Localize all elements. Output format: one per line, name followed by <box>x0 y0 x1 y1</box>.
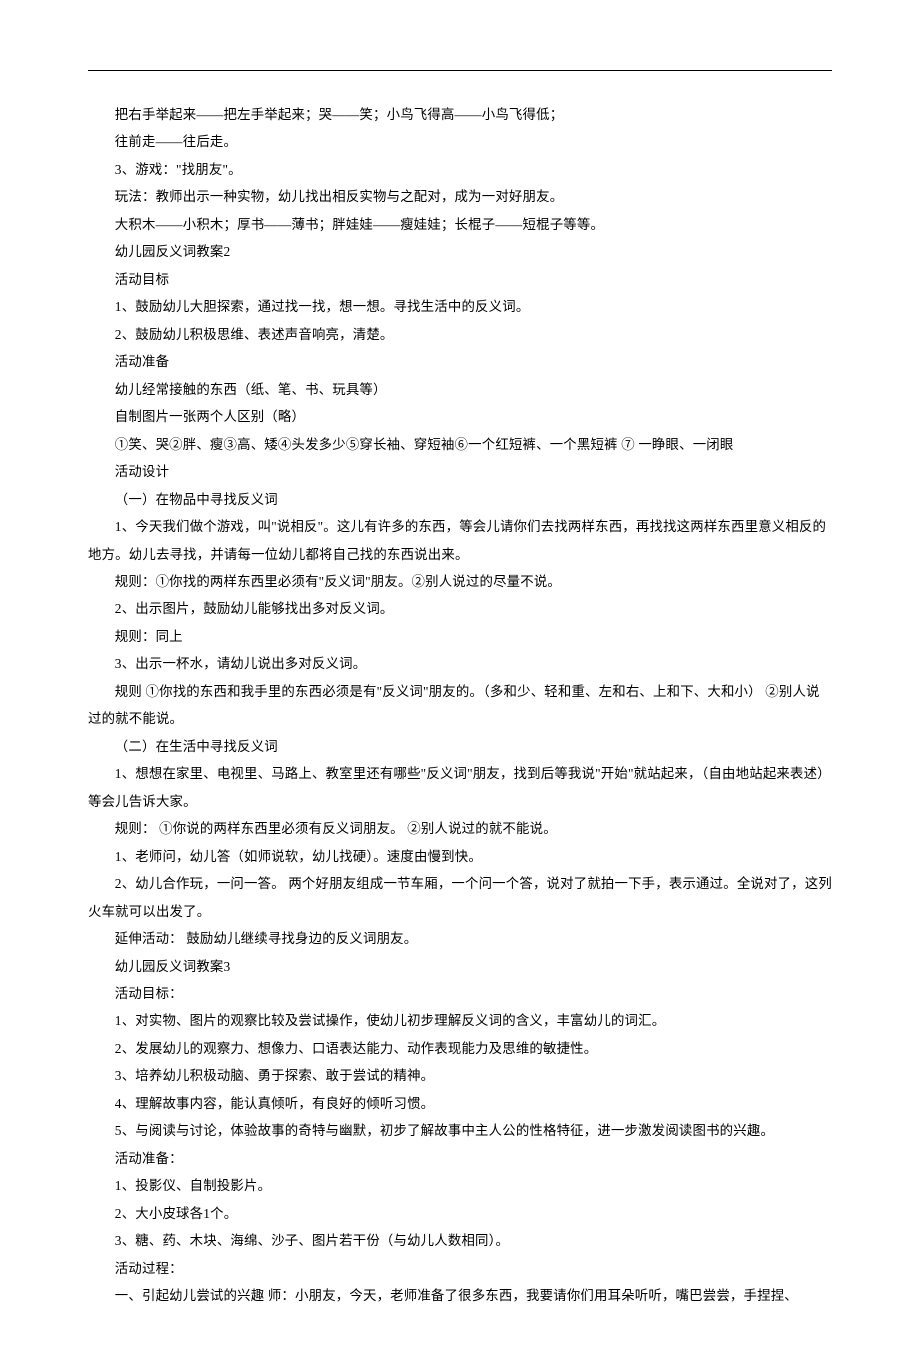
paragraph: 1、对实物、图片的观察比较及尝试操作，使幼儿初步理解反义词的含义，丰富幼儿的词汇… <box>88 1007 832 1034</box>
paragraph: 玩法：教师出示一种实物，幼儿找出相反实物与之配对，成为一对好朋友。 <box>88 183 832 210</box>
paragraph: 幼儿园反义词教案2 <box>88 238 832 265</box>
paragraph: 1、想想在家里、电视里、马路上、教室里还有哪些"反义词"朋友，找到后等我说"开始… <box>88 760 832 815</box>
paragraph: 活动过程： <box>88 1255 832 1282</box>
paragraph: （一）在物品中寻找反义词 <box>88 486 832 513</box>
paragraph: 规则 ①你找的东西和我手里的东西必须是有"反义词"朋友的。（多和少、轻和重、左和… <box>88 678 832 733</box>
paragraph: 往前走——往后走。 <box>88 128 832 155</box>
paragraph: 活动目标 <box>88 266 832 293</box>
paragraph: 活动准备 <box>88 348 832 375</box>
paragraph: 2、鼓励幼儿积极思维、表述声音响亮，清楚。 <box>88 321 832 348</box>
paragraph: 活动设计 <box>88 458 832 485</box>
paragraph: 一、引起幼儿尝试的兴趣 师：小朋友，今天，老师准备了很多东西，我要请你们用耳朵听… <box>88 1282 832 1309</box>
paragraph: 3、出示一杯水，请幼儿说出多对反义词。 <box>88 650 832 677</box>
paragraph: 规则：①你找的两样东西里必须有"反义词"朋友。②别人说过的尽量不说。 <box>88 568 832 595</box>
document-page: 把右手举起来——把左手举起来；哭——笑；小鸟飞得高——小鸟飞得低； 往前走——往… <box>0 0 920 1350</box>
paragraph: 延伸活动： 鼓励幼儿继续寻找身边的反义词朋友。 <box>88 925 832 952</box>
paragraph: 规则：同上 <box>88 623 832 650</box>
paragraph: 1、老师问，幼儿答（如师说软，幼儿找硬）。速度由慢到快。 <box>88 843 832 870</box>
horizontal-rule <box>88 70 832 71</box>
paragraph: 活动准备： <box>88 1145 832 1172</box>
paragraph: 2、发展幼儿的观察力、想像力、口语表达能力、动作表现能力及思维的敏捷性。 <box>88 1035 832 1062</box>
paragraph: 规则： ①你说的两样东西里必须有反义词朋友。 ②别人说过的就不能说。 <box>88 815 832 842</box>
paragraph: 3、培养幼儿积极动脑、勇于探索、敢于尝试的精神。 <box>88 1062 832 1089</box>
paragraph: 幼儿经常接触的东西（纸、笔、书、玩具等） <box>88 376 832 403</box>
paragraph: 2、出示图片，鼓励幼儿能够找出多对反义词。 <box>88 595 832 622</box>
paragraph: 把右手举起来——把左手举起来；哭——笑；小鸟飞得高——小鸟飞得低； <box>88 101 832 128</box>
paragraph: 3、游戏："找朋友"。 <box>88 156 832 183</box>
paragraph: 3、糖、药、木块、海绵、沙子、图片若干份（与幼儿人数相同）。 <box>88 1227 832 1254</box>
paragraph: 大积木——小积木；厚书——薄书；胖娃娃——瘦娃娃；长棍子——短棍子等等。 <box>88 211 832 238</box>
paragraph: 活动目标： <box>88 980 832 1007</box>
paragraph: 2、大小皮球各1个。 <box>88 1200 832 1227</box>
paragraph: 1、投影仪、自制投影片。 <box>88 1172 832 1199</box>
paragraph: ①笑、哭②胖、瘦③高、矮④头发多少⑤穿长袖、穿短袖⑥一个红短裤、一个黑短裤 ⑦ … <box>88 431 832 458</box>
paragraph: 幼儿园反义词教案3 <box>88 953 832 980</box>
paragraph: 1、鼓励幼儿大胆探索，通过找一找，想一想。寻找生活中的反义词。 <box>88 293 832 320</box>
paragraph: 2、幼儿合作玩，一问一答。 两个好朋友组成一节车厢，一个问一个答，说对了就拍一下… <box>88 870 832 925</box>
paragraph: 1、今天我们做个游戏，叫"说相反"。这儿有许多的东西，等会儿请你们去找两样东西，… <box>88 513 832 568</box>
paragraph: 4、理解故事内容，能认真倾听，有良好的倾听习惯。 <box>88 1090 832 1117</box>
paragraph: 自制图片一张两个人区别（略） <box>88 403 832 430</box>
paragraph: （二）在生活中寻找反义词 <box>88 733 832 760</box>
document-body: 把右手举起来——把左手举起来；哭——笑；小鸟飞得高——小鸟飞得低； 往前走——往… <box>88 101 832 1310</box>
paragraph: 5、与阅读与讨论，体验故事的奇特与幽默，初步了解故事中主人公的性格特征，进一步激… <box>88 1117 832 1144</box>
